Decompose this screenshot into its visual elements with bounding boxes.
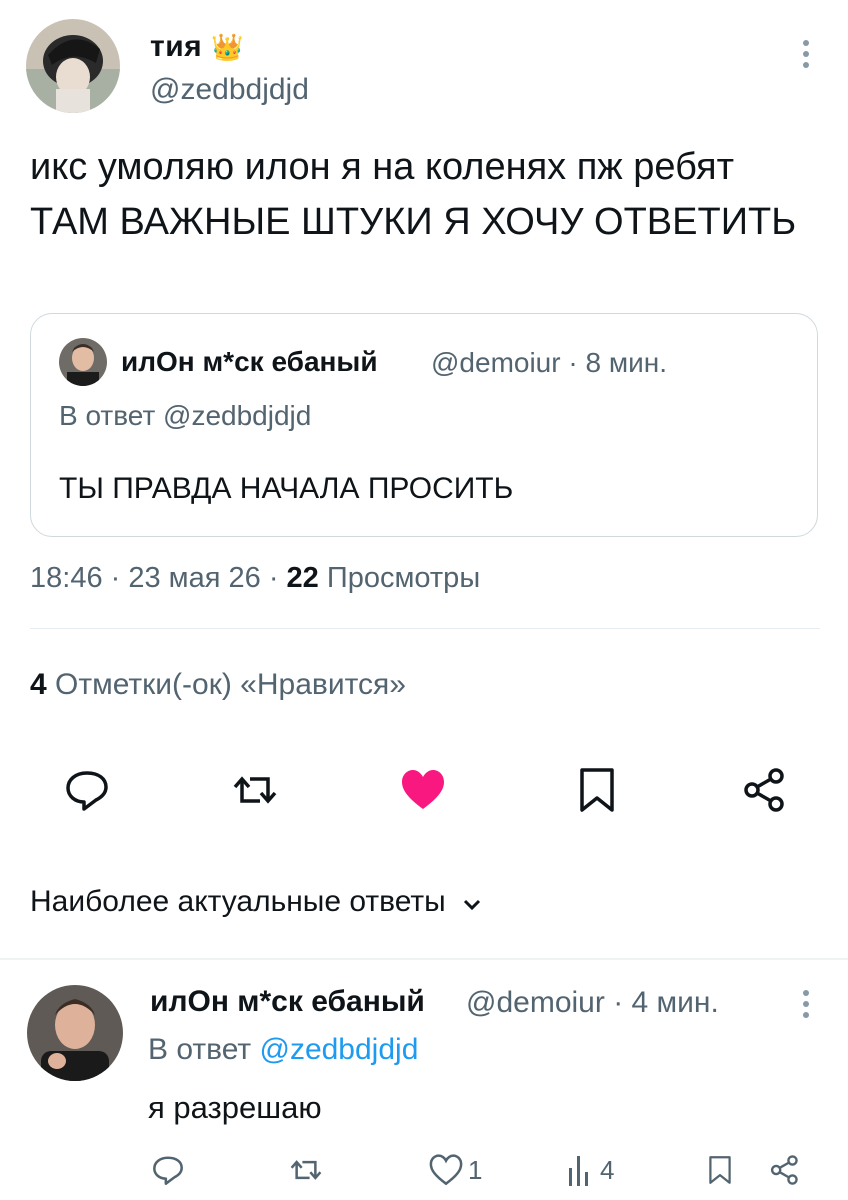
reply-author-avatar[interactable] (27, 985, 123, 1081)
reply-retweet-icon[interactable] (288, 1150, 324, 1190)
quote-author-name: илОн м*ск ебаный (121, 346, 378, 377)
views-count: 22 (286, 562, 319, 594)
quote-meta: @demoiur · 8 мин. (431, 347, 667, 379)
tweet-text: икс умоляю илон я на коленях пж ребят ТА… (30, 146, 797, 243)
author-name[interactable]: тия 👑 (150, 30, 244, 64)
quote-author-handle: @demoiur (431, 347, 561, 378)
reply-like-count: 1 (468, 1154, 483, 1185)
more-options-icon[interactable] (802, 990, 810, 1023)
reply-author-name[interactable]: илОн м*ск ебаный (150, 985, 425, 1019)
reply-icon[interactable] (62, 765, 112, 815)
quote-author-avatar (59, 338, 107, 386)
reply-share-icon[interactable] (768, 1150, 802, 1190)
tweet-date: 23 мая 26 (128, 562, 261, 594)
reply-to-line: В ответ @zedbdjdjd (148, 1033, 418, 1067)
heart-icon (429, 1154, 463, 1186)
like-icon[interactable] (398, 765, 448, 815)
likes-summary[interactable]: 4 Отметки(-ок) «Нравится» (30, 668, 406, 702)
reply-bookmark-icon[interactable] (704, 1150, 736, 1190)
share-icon[interactable] (740, 765, 790, 815)
meta-separator: · (568, 347, 578, 378)
replies-sort-label: Наиболее актуальные ответы (30, 885, 446, 918)
reply-view-count: 4 (600, 1154, 615, 1185)
reply-prefix: В ответ (148, 1033, 252, 1066)
reply-views-button[interactable]: 4 (566, 1150, 614, 1190)
likes-count: 4 (30, 668, 47, 701)
more-options-icon[interactable] (802, 40, 810, 73)
views-icon (569, 1156, 588, 1186)
tweet-time: 18:46 (30, 562, 103, 594)
meta-separator: · (613, 986, 624, 1019)
reply-reply-icon[interactable] (150, 1150, 186, 1190)
author-avatar[interactable] (26, 19, 120, 113)
likes-label: Отметки(-ок) «Нравится» (55, 668, 406, 701)
meta-separator: · (110, 562, 129, 594)
quoted-tweet[interactable]: илОн м*ск ебаный @demoiur · 8 мин. В отв… (30, 313, 818, 537)
divider (30, 628, 820, 629)
quote-text: ТЫ ПРАВДА НАЧАЛА ПРОСИТЬ (59, 472, 514, 505)
reply-author-handle[interactable]: @demoiur (466, 986, 605, 1019)
quote-reply-to: В ответ @zedbdjdjd (59, 400, 312, 431)
quote-age: 8 мин. (585, 347, 667, 378)
chevron-down-icon (462, 886, 482, 920)
reply-meta: @demoiur · 4 мин. (466, 986, 719, 1020)
tweet-meta: 18:46 · 23 мая 26 · 22 Просмотры (30, 562, 480, 595)
retweet-icon[interactable] (230, 765, 280, 815)
reply-age: 4 мин. (631, 986, 719, 1019)
section-divider (0, 958, 848, 960)
replies-sort-dropdown[interactable]: Наиболее актуальные ответы (30, 885, 482, 920)
author-badge-icon: 👑 (210, 32, 244, 62)
reply-like-button[interactable]: 1 (428, 1150, 482, 1190)
author-handle[interactable]: @zedbdjdjd (150, 73, 309, 107)
meta-separator: · (268, 562, 287, 594)
views-label[interactable]: Просмотры (327, 562, 480, 594)
reply-text: я разрешаю (148, 1090, 322, 1125)
bookmark-icon[interactable] (572, 765, 622, 815)
reply-to-link[interactable]: @zedbdjdjd (259, 1033, 418, 1066)
